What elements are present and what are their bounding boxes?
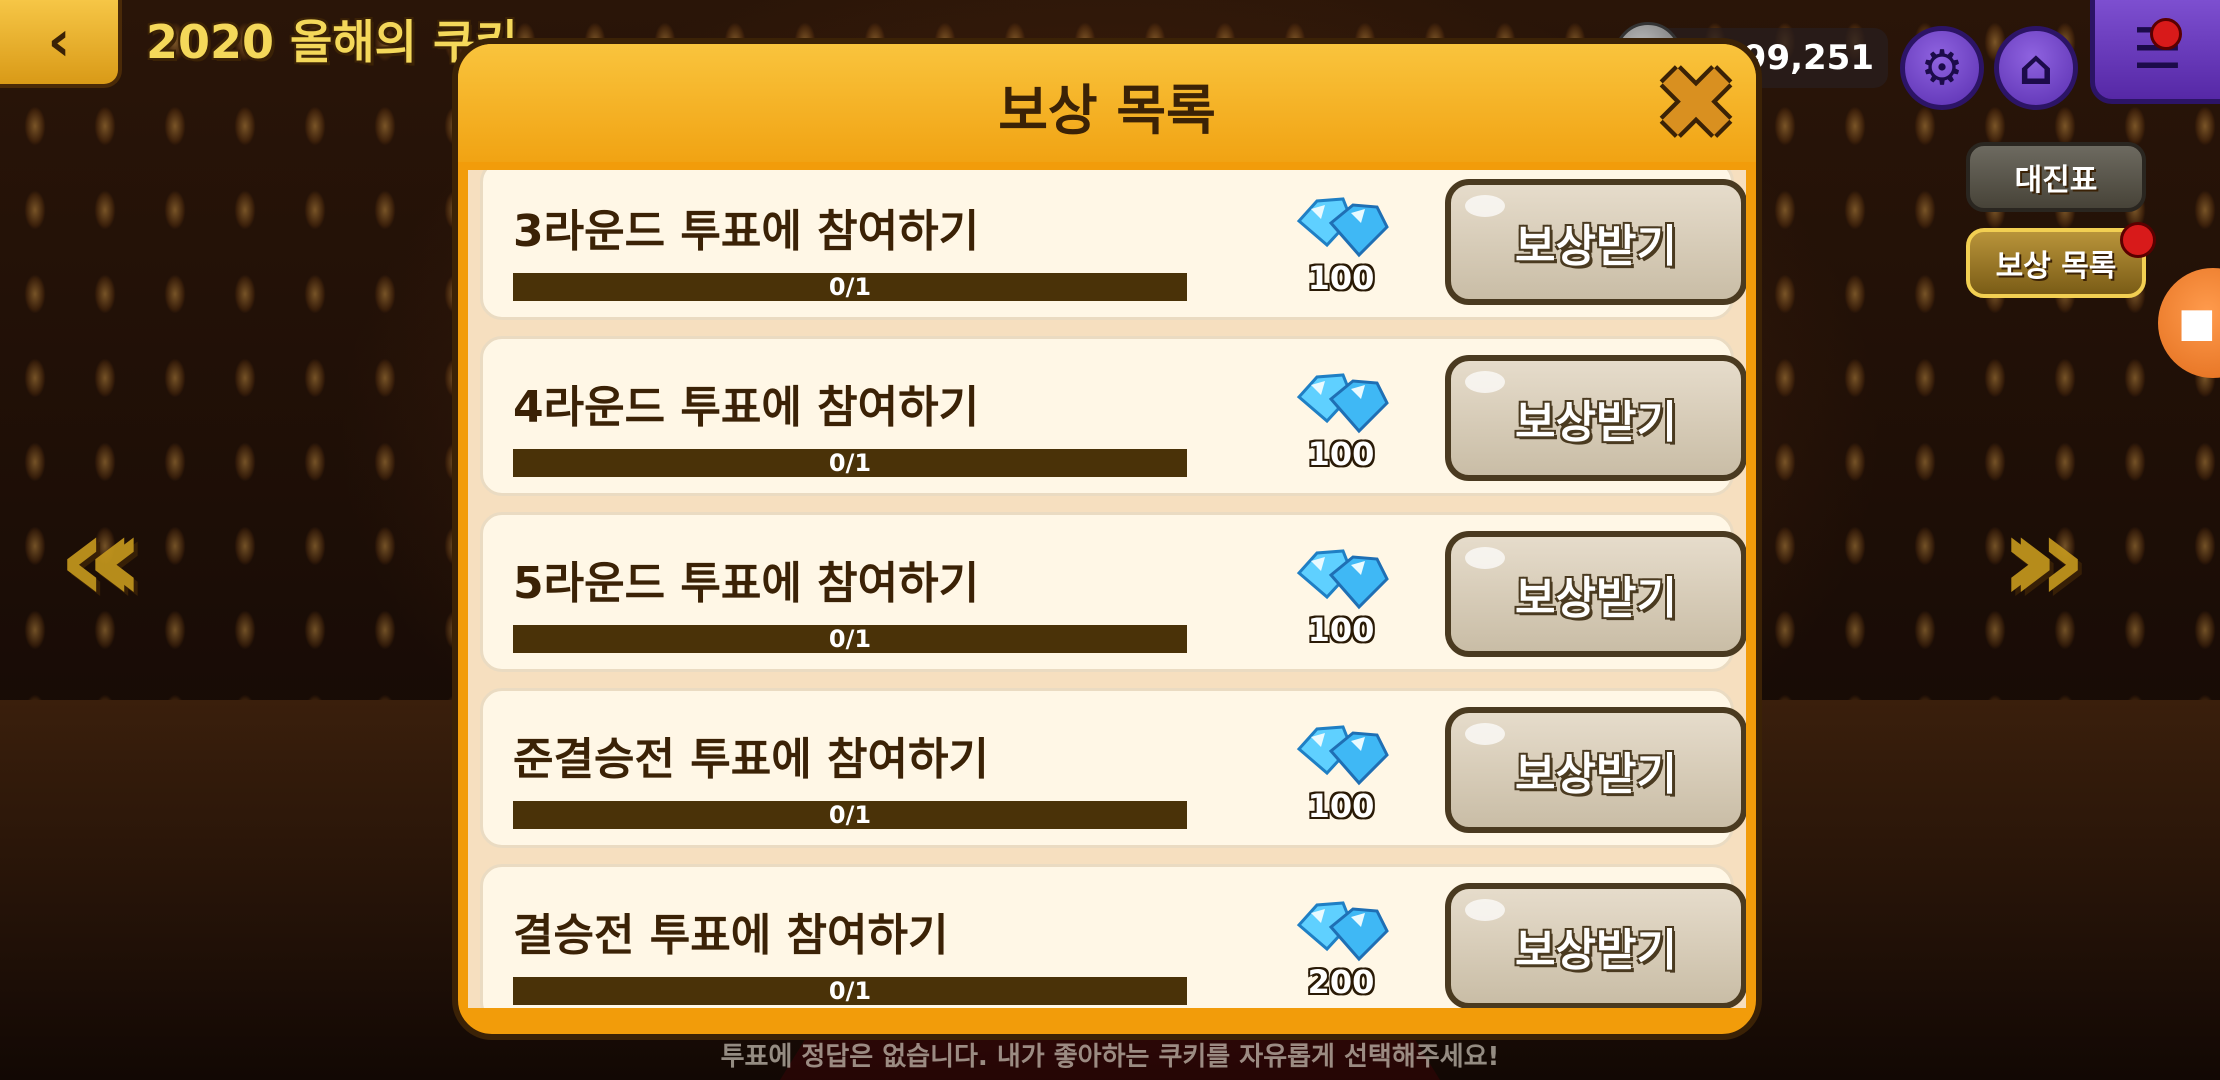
reward-amount: 200: [1307, 963, 1375, 1001]
mission-list-container[interactable]: 3라운드 투표에 참여하기 0/1 100 보상받기 4라운드 투표에 참여하기…: [468, 170, 1746, 1008]
rewards-modal: 보상 목록 ✖ 3라운드 투표에 참여하기 0/1 100 보상받기 4라운드 …: [452, 38, 1762, 1040]
claim-button-label: 보상받기: [1515, 221, 1677, 272]
camera-icon: ■: [2178, 300, 2216, 346]
reward-amount: 100: [1307, 787, 1375, 825]
settings-button[interactable]: ⚙: [1900, 26, 1984, 110]
progress-bar: 0/1: [513, 625, 1187, 653]
mission-title: 5라운드 투표에 참여하기: [513, 558, 980, 609]
mission-title: 준결승전 투표에 참여하기: [513, 734, 989, 785]
triple-chevron-left-icon[interactable]: «‹: [58, 490, 145, 629]
crystal-icon: [1296, 197, 1389, 258]
mission-title: 3라운드 투표에 참여하기: [513, 206, 980, 257]
progress-bar: 0/1: [513, 801, 1187, 829]
progress-bar: 0/1: [513, 977, 1187, 1005]
rewards-notification-dot: [2120, 222, 2156, 258]
crystal-icon: [1296, 725, 1389, 786]
button-shine: [1465, 195, 1505, 217]
mission-row: 4라운드 투표에 참여하기 0/1 100 보상받기: [480, 336, 1746, 496]
reward-amount: 100: [1307, 435, 1375, 473]
crystal-icon: [1296, 901, 1389, 962]
progress-text: 0/1: [828, 625, 872, 653]
progress-text: 0/1: [828, 801, 872, 829]
rewards-list-button[interactable]: 보상 목록: [1966, 228, 2146, 298]
home-button[interactable]: ⌂: [1994, 26, 2078, 110]
progress-bar: 0/1: [513, 449, 1187, 477]
chevron-left-icon: ‹: [47, 9, 71, 74]
claim-reward-button[interactable]: 보상받기: [1445, 355, 1746, 481]
back-button[interactable]: ‹: [0, 0, 122, 88]
crystal-icon: [1296, 373, 1389, 434]
reward-amount: 100: [1307, 259, 1375, 297]
claim-reward-button[interactable]: 보상받기: [1445, 883, 1746, 1008]
reward-amount: 100: [1307, 611, 1375, 649]
modal-header: 보상 목록: [458, 44, 1756, 162]
close-x-icon: ✖: [1654, 45, 1738, 162]
claim-reward-button[interactable]: 보상받기: [1445, 707, 1746, 833]
button-shine: [1465, 547, 1505, 569]
home-icon: ⌂: [2018, 40, 2054, 96]
claim-reward-button[interactable]: 보상받기: [1445, 179, 1746, 305]
progress-bar: 0/1: [513, 273, 1187, 301]
mission-title: 4라운드 투표에 참여하기: [513, 382, 980, 433]
triple-chevron-right-icon[interactable]: ›»: [2000, 490, 2087, 629]
menu-button[interactable]: ☰: [2090, 0, 2220, 104]
close-button[interactable]: ✖: [1654, 54, 1738, 154]
crystal-icon: [1296, 549, 1389, 610]
button-shine: [1465, 899, 1505, 921]
progress-text: 0/1: [828, 449, 872, 477]
button-shine: [1465, 371, 1505, 393]
menu-notification-dot: [2150, 18, 2182, 50]
claim-button-label: 보상받기: [1515, 573, 1677, 624]
bracket-button[interactable]: 대진표: [1966, 142, 2146, 212]
mission-row: 5라운드 투표에 참여하기 0/1 100 보상받기: [480, 512, 1746, 672]
gear-icon: ⚙: [1920, 40, 1964, 96]
modal-title: 보상 목록: [998, 79, 1216, 142]
mission-row: 3라운드 투표에 참여하기 0/1 100 보상받기: [480, 170, 1746, 320]
mission-row: 결승전 투표에 참여하기 0/1 200 보상받기: [480, 864, 1746, 1008]
claim-button-label: 보상받기: [1515, 749, 1677, 800]
progress-text: 0/1: [828, 273, 872, 301]
claim-button-label: 보상받기: [1515, 397, 1677, 448]
mission-title: 결승전 투표에 참여하기: [513, 910, 949, 961]
button-shine: [1465, 723, 1505, 745]
progress-text: 0/1: [828, 977, 872, 1005]
bottom-hint-text: 투표에 정답은 없습니다. 내가 좋아하는 쿠키를 자유롭게 선택해주세요!: [720, 1042, 1500, 1072]
mission-row: 준결승전 투표에 참여하기 0/1 100 보상받기: [480, 688, 1746, 848]
claim-reward-button[interactable]: 보상받기: [1445, 531, 1746, 657]
claim-button-label: 보상받기: [1515, 925, 1677, 976]
